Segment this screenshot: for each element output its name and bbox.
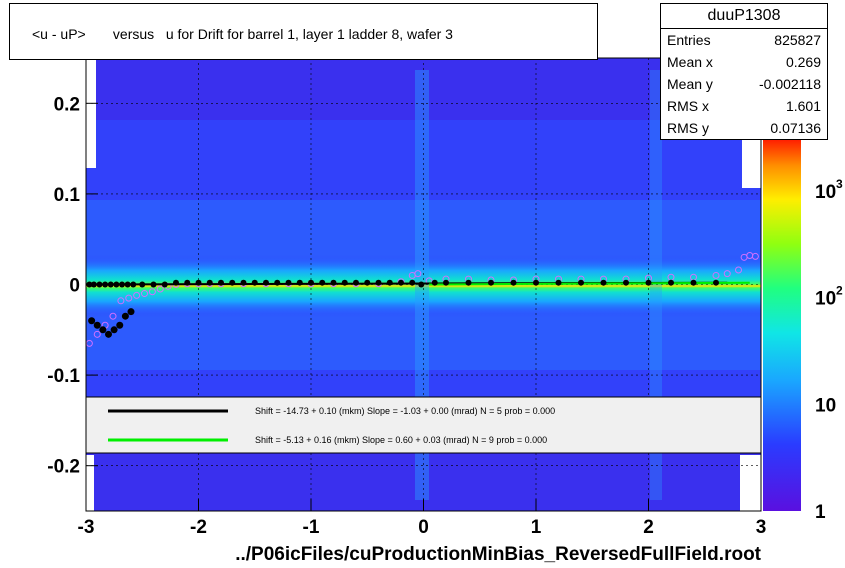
x-tick-label: 2 bbox=[643, 517, 654, 538]
colorbar-tick-label: 10 bbox=[815, 395, 836, 416]
black-outlier-point bbox=[110, 326, 118, 334]
y-tick-label: 0.2 bbox=[54, 94, 80, 115]
y-tick-label: -0.2 bbox=[47, 457, 80, 478]
colorbar-tick-label: 1 bbox=[815, 502, 826, 523]
black-point bbox=[206, 279, 213, 286]
x-tick-label: -1 bbox=[303, 517, 320, 538]
x-axis-label: ../P06icFiles/cuProductionMinBias_Revers… bbox=[235, 544, 761, 565]
black-point bbox=[465, 279, 472, 286]
legend-black-text: Shift = -14.73 + 0.10 (mkm) Slope = -1.0… bbox=[255, 406, 555, 416]
black-point bbox=[623, 279, 629, 286]
black-point bbox=[161, 281, 168, 288]
stats-row-mean-y: Mean y -0.002118 bbox=[667, 76, 821, 92]
black-point bbox=[488, 279, 494, 286]
black-point bbox=[330, 279, 337, 286]
black-point bbox=[409, 279, 416, 286]
black-point bbox=[263, 279, 269, 286]
black-point bbox=[398, 279, 404, 286]
black-point bbox=[668, 279, 674, 286]
black-point bbox=[173, 279, 179, 286]
black-point bbox=[107, 281, 114, 288]
x-tick-label: -3 bbox=[78, 517, 95, 538]
black-point bbox=[533, 279, 539, 286]
black-point bbox=[184, 279, 191, 286]
stats-row-entries: Entries 825827 bbox=[667, 32, 821, 48]
black-point bbox=[113, 281, 120, 288]
black-point bbox=[510, 279, 517, 286]
black-point bbox=[319, 279, 326, 286]
fit-legend: Shift = -14.73 + 0.10 (mkm) Slope = -1.0… bbox=[85, 396, 762, 454]
black-point bbox=[124, 281, 131, 288]
black-point bbox=[364, 279, 371, 286]
black-point bbox=[353, 279, 359, 286]
stats-row-rms-y: RMS y 0.07136 bbox=[667, 120, 821, 136]
stats-row-rms-x: RMS x 1.601 bbox=[667, 98, 821, 114]
title-box: <u - uP> versus u for Drift for barrel 1… bbox=[9, 3, 598, 60]
plot-title: <u - uP> versus u for Drift for barrel 1… bbox=[32, 26, 453, 42]
y-tick-label: 0 bbox=[69, 276, 80, 297]
black-point bbox=[418, 281, 425, 288]
black-point bbox=[296, 279, 303, 286]
x-tick-label: 0 bbox=[418, 517, 429, 538]
black-outlier-point bbox=[127, 308, 135, 316]
black-point bbox=[578, 279, 584, 286]
black-point bbox=[341, 279, 348, 286]
stats-name: duuP1308 bbox=[661, 4, 827, 29]
black-point bbox=[285, 279, 292, 286]
black-point bbox=[119, 281, 125, 288]
colorbar-exponent: 3 bbox=[836, 177, 843, 191]
black-outlier-point bbox=[116, 321, 124, 329]
black-point bbox=[139, 281, 146, 288]
colorbar-tick-label: 10 bbox=[815, 289, 836, 310]
black-point bbox=[150, 281, 157, 288]
black-point bbox=[600, 279, 607, 286]
black-outlier-point bbox=[99, 326, 107, 334]
black-point bbox=[240, 279, 247, 286]
black-point bbox=[218, 279, 224, 286]
black-outlier-point bbox=[93, 321, 101, 329]
black-point bbox=[713, 279, 719, 286]
stats-box: duuP1308 Entries 825827 Mean x 0.269 Mean … bbox=[660, 3, 828, 140]
colorbar: 11010 210 3 bbox=[763, 140, 843, 523]
y-tick-label: -0.1 bbox=[47, 366, 80, 387]
y-tick-label: 0.1 bbox=[54, 185, 81, 206]
black-point bbox=[431, 279, 438, 286]
black-outlier-point bbox=[121, 312, 129, 320]
black-outlier-point bbox=[105, 330, 112, 338]
legend-green-text: Shift = -5.13 + 0.16 (mkm) Slope = 0.60 … bbox=[255, 435, 547, 445]
black-point bbox=[375, 279, 382, 286]
black-point bbox=[229, 279, 236, 286]
x-tick-label: -2 bbox=[190, 517, 207, 538]
black-point bbox=[555, 279, 562, 286]
black-point bbox=[308, 279, 314, 286]
black-point bbox=[251, 279, 258, 286]
colorbar-tick-label: 10 bbox=[815, 182, 836, 203]
x-tick-label: 3 bbox=[756, 517, 767, 538]
black-point bbox=[645, 279, 652, 286]
black-point bbox=[195, 279, 202, 286]
x-tick-label: 1 bbox=[531, 517, 542, 538]
colorbar-exponent: 2 bbox=[836, 284, 843, 298]
black-point bbox=[274, 279, 281, 286]
black-point bbox=[102, 281, 109, 288]
black-point bbox=[130, 281, 137, 288]
black-point bbox=[443, 279, 449, 286]
black-point bbox=[386, 279, 393, 286]
black-outlier-point bbox=[88, 317, 96, 325]
black-point bbox=[690, 279, 697, 286]
stats-row-mean-x: Mean x 0.269 bbox=[667, 54, 821, 70]
